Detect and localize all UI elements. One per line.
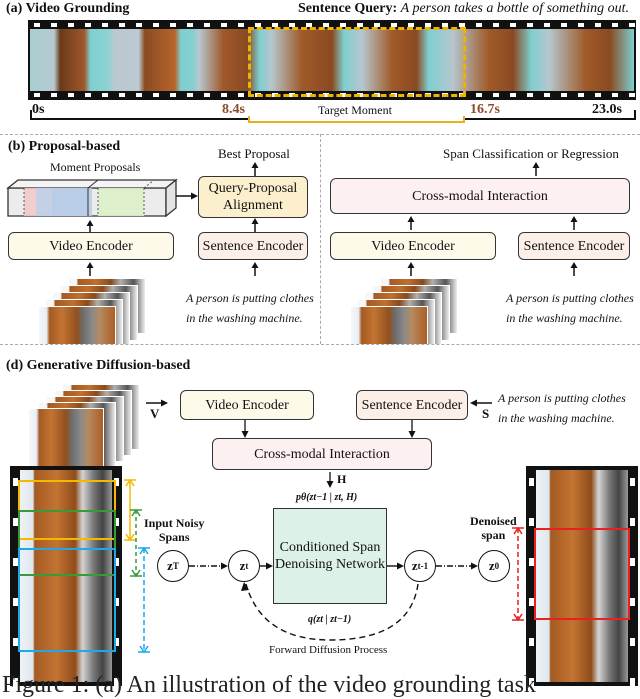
noisy-span-indicators bbox=[124, 478, 150, 654]
node-z-T: zT bbox=[157, 550, 189, 582]
node-z-t: zt bbox=[228, 550, 260, 582]
arrow-to-span-output bbox=[532, 162, 540, 176]
panel-d-title: (d) Generative Diffusion-based bbox=[6, 358, 191, 373]
panel-d-video-encoder: Video Encoder bbox=[180, 390, 314, 420]
h-label: H bbox=[337, 472, 347, 486]
proposal-green bbox=[98, 188, 144, 216]
input-noisy-label-line-1: Input Noisy bbox=[144, 516, 205, 530]
panel-c-cross-modal-interaction: Cross-modal Interaction bbox=[330, 178, 630, 214]
arrow-query-to-sentence-encoder bbox=[251, 262, 259, 276]
panel-d-query-line-1: A person is putting clothes bbox=[498, 391, 626, 405]
panel-d-query: A person is putting clothes in the washi… bbox=[498, 388, 626, 428]
denoise-box-line-2: Denoising Network bbox=[274, 557, 386, 572]
arrow-frames-to-video-encoder bbox=[86, 262, 94, 276]
s-label: S bbox=[482, 406, 490, 421]
panel-c-video-encoder: Video Encoder bbox=[330, 232, 496, 260]
panel-b-sentence-encoder: Sentence Encoder bbox=[198, 232, 308, 260]
sentence-query-text: A person takes a bottle of something out… bbox=[400, 1, 630, 16]
panel-b-query: A person is putting clothes in the washi… bbox=[186, 288, 314, 328]
input-noisy-label-line-2: Spans bbox=[158, 530, 190, 544]
panel-d-sentence-encoder: Sentence Encoder bbox=[356, 390, 468, 420]
target-moment-label: Target Moment bbox=[318, 103, 392, 117]
figure-caption: Figure 1: (a) An illustration of the vid… bbox=[2, 672, 536, 698]
arrow-h-down bbox=[326, 472, 334, 488]
span-classification-label: Span Classification or Regression bbox=[443, 146, 619, 161]
moment-proposals-label: Moment Proposals bbox=[50, 160, 141, 174]
arrow-to-alignment bbox=[176, 192, 198, 200]
panel-d-cross-modal-interaction: Cross-modal Interaction bbox=[212, 438, 432, 470]
node-z-0: z0 bbox=[478, 550, 510, 582]
panel-d-query-line-2: in the washing machine. bbox=[498, 411, 615, 425]
panel-c-query: A person is putting clothes in the washi… bbox=[506, 288, 634, 328]
panel-b-video-frames bbox=[38, 278, 148, 344]
panel-c-query-line-1: A person is putting clothes bbox=[506, 291, 634, 305]
node-z-t-minus-1: z t-1 bbox=[404, 550, 436, 582]
panel-b-video-encoder: Video Encoder bbox=[8, 232, 174, 260]
arrow-sentence-to-alignment bbox=[251, 218, 259, 232]
panel-b-query-line-1: A person is putting clothes bbox=[186, 291, 314, 305]
sentence-query: Sentence Query: A person takes a bottle … bbox=[298, 1, 629, 17]
arrow-c-query-to-sentence-encoder bbox=[570, 262, 578, 276]
best-proposal-label: Best Proposal bbox=[218, 146, 290, 161]
arrow-c-sentence-to-cross bbox=[570, 216, 578, 230]
arrow-to-best-proposal bbox=[251, 162, 259, 176]
input-noisy-spans-label: Input Noisy Spans bbox=[144, 516, 204, 544]
v-label: V bbox=[150, 406, 160, 421]
panel-b-title: (b) Proposal-based bbox=[8, 139, 121, 154]
time-end: 23.0s bbox=[592, 102, 622, 117]
panel-c-query-line-2: in the washing machine. bbox=[506, 311, 623, 325]
moment-end-time: 16.7s bbox=[470, 102, 500, 117]
divider-middle bbox=[320, 134, 321, 344]
moment-proposals-cube bbox=[6, 178, 178, 218]
time-start: 0s bbox=[32, 102, 45, 117]
panel-d-video-frames bbox=[28, 384, 140, 474]
panel-a-title: (a) Video Grounding bbox=[6, 1, 130, 16]
query-proposal-alignment-box: Query-Proposal Alignment bbox=[198, 176, 308, 218]
denoised-span-red bbox=[534, 528, 630, 620]
target-moment-box bbox=[248, 27, 466, 97]
p-theta-label: pθ(zt−1 | zt, H) bbox=[296, 492, 358, 503]
panel-c-sentence-encoder: Sentence Encoder bbox=[518, 232, 630, 260]
proposal-blue-2 bbox=[52, 188, 92, 216]
conditioned-span-denoising-network: Conditioned Span Denoising Network bbox=[273, 508, 387, 604]
forward-diffusion-label: Forward Diffusion Process bbox=[269, 644, 388, 656]
divider-bottom bbox=[0, 344, 640, 345]
timeline-end-tick bbox=[634, 110, 636, 120]
noisy-span-blue bbox=[18, 548, 116, 652]
film-perforations-right bbox=[630, 466, 635, 686]
arrow-d-video-to-cross bbox=[241, 420, 249, 438]
q-label: q(zt | zt−1) bbox=[308, 614, 352, 625]
moment-start-time: 8.4s bbox=[222, 102, 245, 117]
denoise-box-line-1: Conditioned Span bbox=[279, 540, 381, 555]
arrow-c-frames-to-video-encoder bbox=[407, 262, 415, 276]
arrow-d-sentence-to-cross bbox=[408, 420, 416, 438]
arrow-video-to-cube bbox=[86, 220, 94, 232]
denoised-span-indicator bbox=[512, 526, 524, 622]
panel-c-video-frames bbox=[350, 278, 460, 344]
arrow-c-video-to-cross bbox=[407, 216, 415, 230]
panel-b-query-line-2: in the washing machine. bbox=[186, 311, 303, 325]
sentence-query-label: Sentence Query: bbox=[298, 1, 398, 16]
